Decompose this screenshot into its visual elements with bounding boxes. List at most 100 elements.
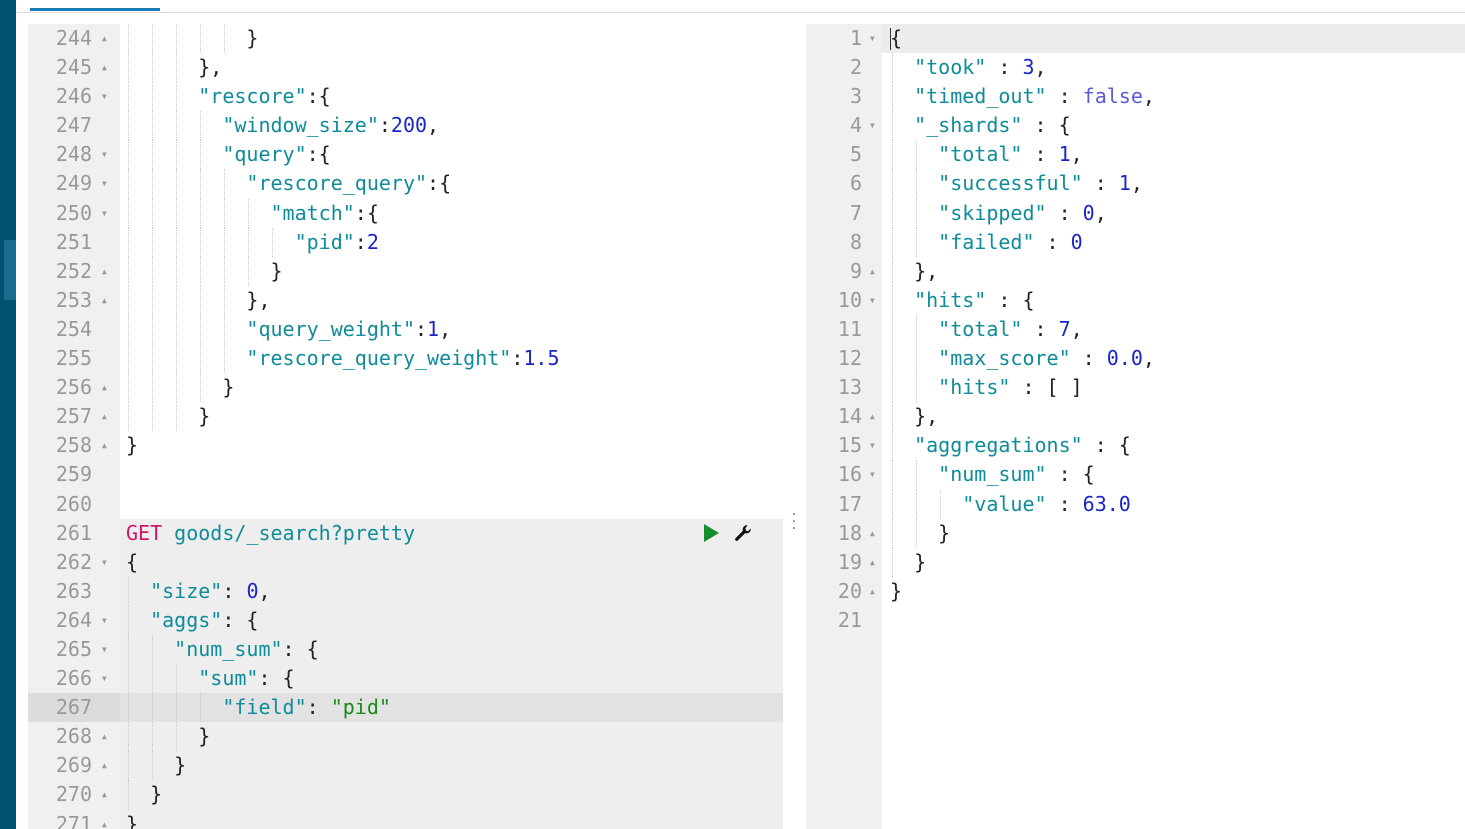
fold-open-icon[interactable]: ▾ — [101, 140, 108, 169]
request-line[interactable]: 246 ▾ "rescore":{ — [28, 82, 783, 112]
line-number: 266 — [55, 666, 92, 691]
fold-closed-icon[interactable]: ▴ — [869, 257, 876, 286]
line-number: 247 — [55, 113, 92, 138]
request-line[interactable]: 244 ▴ } — [28, 24, 783, 54]
play-icon[interactable] — [704, 524, 719, 543]
line-number: 259 — [55, 462, 92, 487]
request-line[interactable]: 264 ▾ "aggs": { — [28, 605, 783, 635]
request-line[interactable]: 247 "window_size":200, — [28, 111, 783, 141]
response-line: 1 ▾{ — [806, 24, 1465, 54]
code-text: } — [126, 257, 283, 286]
line-gutter: 244 ▴ — [28, 24, 120, 54]
code-text: "failed" : 0 — [890, 228, 1083, 257]
request-line[interactable]: 265 ▾ "num_sum": { — [28, 634, 783, 665]
request-line[interactable]: 257 ▴ } — [28, 402, 783, 432]
request-line[interactable]: 260 — [28, 489, 783, 519]
line-number: 260 — [55, 491, 92, 516]
request-line[interactable]: 267 "field": "pid" — [28, 693, 783, 723]
code-token: 200 — [390, 113, 428, 138]
request-line[interactable]: 253 ▴ }, — [28, 285, 783, 315]
request-line[interactable]: 258 ▴} — [28, 431, 783, 461]
code-text: "rescore_query_weight":1.5 — [126, 344, 559, 373]
code-text: } — [890, 519, 950, 548]
request-line[interactable]: 262 ▾ { — [28, 547, 783, 577]
line-gutter: 252 ▴ — [28, 256, 120, 286]
line-gutter: 6 — [806, 169, 882, 199]
fold-open-icon[interactable]: ▾ — [101, 664, 108, 693]
fold-open-icon[interactable]: ▾ — [101, 548, 108, 577]
fold-closed-icon[interactable]: ▴ — [101, 402, 108, 431]
request-line[interactable]: 245 ▴ }, — [28, 53, 783, 83]
code-token: 0.0 — [1106, 346, 1143, 371]
line-number: 267 — [55, 695, 92, 720]
code-token: 3 — [1022, 55, 1035, 80]
fold-open-icon[interactable]: ▾ — [869, 24, 876, 53]
code-token: "query" — [222, 142, 307, 167]
request-line[interactable]: 249 ▾ "rescore_query":{ — [28, 169, 783, 199]
request-line[interactable]: 251 "pid":2 — [28, 227, 783, 257]
fold-closed-icon[interactable]: ▴ — [101, 810, 108, 829]
line-gutter: 269 ▴ — [28, 751, 120, 781]
fold-open-icon[interactable]: ▾ — [101, 82, 108, 111]
request-editor[interactable]: 244 ▴ } 245 ▴ }, 246 ▾ "rescore":{247 "window… — [28, 24, 783, 829]
code-token: : { — [1046, 462, 1095, 487]
fold-closed-icon[interactable]: ▴ — [101, 286, 108, 315]
request-line[interactable]: 268 ▴ } — [28, 722, 783, 752]
fold-closed-icon[interactable]: ▴ — [869, 577, 876, 606]
request-line[interactable]: 259 — [28, 460, 783, 490]
request-line[interactable]: 250 ▾ "match":{ — [28, 198, 783, 228]
fold-open-icon[interactable]: ▾ — [869, 431, 876, 460]
code-token: 0 — [1070, 229, 1083, 254]
line-gutter: 261 — [28, 518, 120, 548]
fold-open-icon[interactable]: ▾ — [101, 635, 108, 664]
line-gutter: 262 ▾ — [28, 547, 120, 577]
code-token: }, — [914, 404, 939, 429]
fold-open-icon[interactable]: ▾ — [101, 199, 108, 228]
fold-closed-icon[interactable]: ▴ — [101, 373, 108, 402]
fold-closed-icon[interactable]: ▴ — [101, 780, 108, 809]
pane-resize-handle[interactable]: · · · — [789, 508, 799, 536]
fold-closed-icon[interactable]: ▴ — [869, 519, 876, 548]
request-line[interactable]: 269 ▴ } — [28, 751, 783, 781]
response-line: 8 "failed" : 0 — [806, 227, 1465, 257]
code-token: } — [198, 724, 211, 749]
left-nav-rail — [0, 0, 16, 829]
request-line[interactable]: 270 ▴ } — [28, 780, 783, 810]
fold-closed-icon[interactable]: ▴ — [101, 24, 108, 53]
request-line[interactable]: 252 ▴ } — [28, 256, 783, 286]
fold-open-icon[interactable]: ▾ — [869, 460, 876, 489]
line-gutter: 246 ▾ — [28, 82, 120, 112]
request-line[interactable]: 263 "size": 0, — [28, 576, 783, 606]
request-line[interactable]: 254 "query_weight":1, — [28, 314, 783, 345]
fold-closed-icon[interactable]: ▴ — [101, 722, 108, 751]
fold-closed-icon[interactable]: ▴ — [869, 548, 876, 577]
request-line[interactable]: 261 GET goods/_search?pretty — [28, 518, 783, 548]
fold-open-icon[interactable]: ▾ — [869, 286, 876, 315]
line-gutter: 17 — [806, 489, 882, 519]
request-line[interactable]: 266 ▾ "sum": { — [28, 664, 783, 694]
response-line: 5 "total" : 1, — [806, 140, 1465, 170]
line-number: 10 — [837, 287, 862, 312]
code-token: "failed" — [938, 229, 1035, 254]
fold-open-icon[interactable]: ▾ — [869, 111, 876, 140]
fold-closed-icon[interactable]: ▴ — [869, 402, 876, 431]
fold-closed-icon[interactable]: ▴ — [101, 751, 108, 780]
request-line[interactable]: 248 ▾ "query":{ — [28, 140, 783, 170]
code-token: } — [222, 375, 235, 400]
code-token: 0 — [246, 578, 259, 603]
request-line[interactable]: 271 ▴} — [28, 809, 783, 829]
fold-open-icon[interactable]: ▾ — [101, 606, 108, 635]
line-number: 7 — [849, 200, 862, 225]
wrench-icon[interactable] — [733, 523, 753, 543]
code-text: }, — [890, 402, 938, 431]
line-number: 253 — [55, 287, 92, 312]
request-line[interactable]: 255 "rescore_query_weight":1.5 — [28, 344, 783, 374]
request-line[interactable]: 256 ▴ } — [28, 373, 783, 403]
fold-closed-icon[interactable]: ▴ — [101, 53, 108, 82]
line-gutter: 3 — [806, 82, 882, 112]
line-gutter: 257 ▴ — [28, 402, 120, 432]
fold-closed-icon[interactable]: ▴ — [101, 257, 108, 286]
code-token: "rescore_query" — [246, 171, 428, 196]
fold-open-icon[interactable]: ▾ — [101, 169, 108, 198]
fold-closed-icon[interactable]: ▴ — [101, 431, 108, 460]
